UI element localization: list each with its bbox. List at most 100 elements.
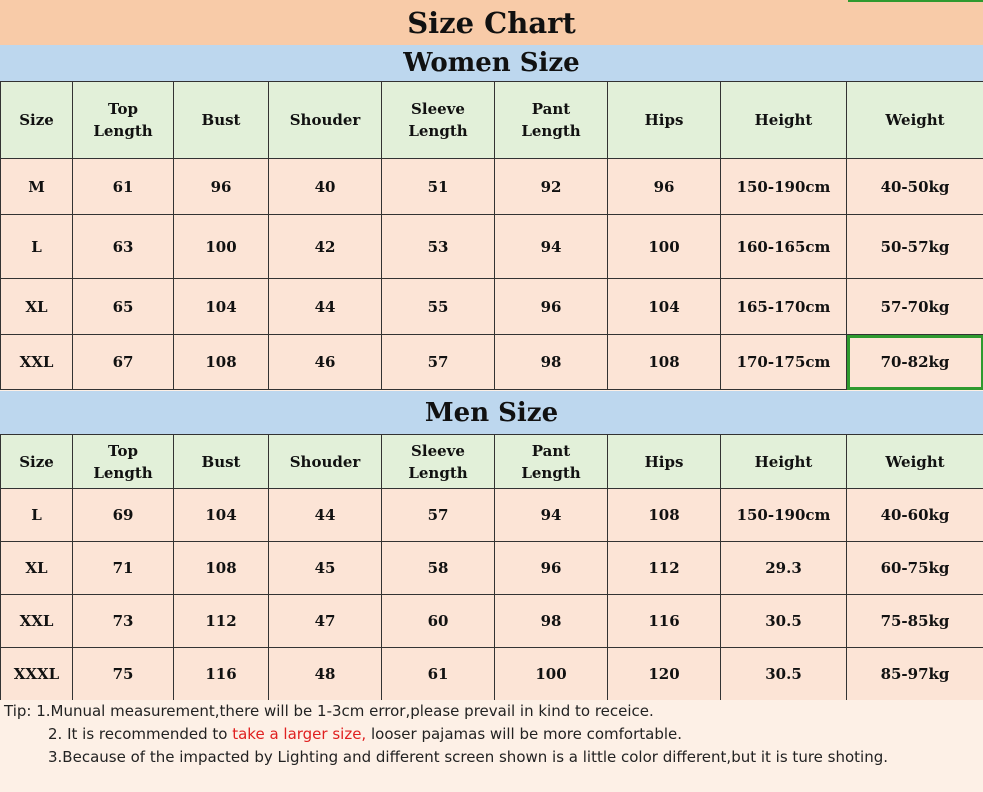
women-cell: M	[0, 158, 73, 215]
men-cell: L	[0, 488, 73, 542]
men-cell: 75-85kg	[846, 594, 983, 648]
women-cell: 67	[72, 334, 174, 390]
women-cell: 61	[72, 158, 174, 215]
men-header-cell: Top Length	[72, 434, 174, 489]
men-header-cell: Bust	[173, 434, 269, 489]
women-cell: 63	[72, 214, 174, 279]
women-cell: 96	[494, 278, 608, 335]
women-header-cell: Size	[0, 81, 73, 159]
women-header-cell: Hips	[607, 81, 721, 159]
men-cell: 61	[381, 647, 495, 701]
men-cell: 69	[72, 488, 174, 542]
men-header-cell: Pant Length	[494, 434, 608, 489]
table-row: L 69 104 44 57 94 108 150-190cm 40-60kg	[0, 488, 983, 542]
men-cell: 98	[494, 594, 608, 648]
men-cell: 30.5	[720, 647, 847, 701]
men-cell: 29.3	[720, 541, 847, 595]
women-cell: 100	[607, 214, 721, 279]
men-cell: 116	[607, 594, 721, 648]
women-cell: 40-50kg	[846, 158, 983, 215]
women-cell: 104	[173, 278, 269, 335]
men-cell: 112	[173, 594, 269, 648]
women-cell: 46	[268, 334, 382, 390]
women-cell: 108	[607, 334, 721, 390]
men-cell: XL	[0, 541, 73, 595]
women-cell: 96	[173, 158, 269, 215]
men-cell: 73	[72, 594, 174, 648]
women-cell: 98	[494, 334, 608, 390]
women-header-cell: Sleeve Length	[381, 81, 495, 159]
women-cell: 108	[173, 334, 269, 390]
women-cell: 150-190cm	[720, 158, 847, 215]
tip-highlight: take a larger size,	[232, 725, 367, 743]
page-title: Size Chart	[407, 5, 576, 40]
table-row: XXL 67 108 46 57 98 108 170-175cm 70-82kg	[0, 334, 983, 390]
tip-line-1: Tip: 1.Munual measurement,there will be …	[4, 702, 654, 720]
women-cell: 50-57kg	[846, 214, 983, 279]
men-header-cell: Weight	[846, 434, 983, 489]
men-cell: 58	[381, 541, 495, 595]
men-cell: 60	[381, 594, 495, 648]
women-cell: 65	[72, 278, 174, 335]
men-cell: XXXL	[0, 647, 73, 701]
men-cell: 94	[494, 488, 608, 542]
men-size-heading: Men Size	[424, 397, 559, 428]
women-size-heading: Women Size	[403, 48, 580, 78]
women-cell: 92	[494, 158, 608, 215]
table-row: M 61 96 40 51 92 96 150-190cm 40-50kg	[0, 158, 983, 215]
women-cell: 160-165cm	[720, 214, 847, 279]
women-cell: 100	[173, 214, 269, 279]
cell-selection-edge	[848, 0, 983, 2]
men-cell: 75	[72, 647, 174, 701]
men-header-cell: Hips	[607, 434, 721, 489]
women-header-row: Size Top Length Bust Shouder Sleeve Length Pa…	[0, 81, 983, 159]
men-cell: 96	[494, 541, 608, 595]
women-header-cell: Shouder	[268, 81, 382, 159]
men-cell: 85-97kg	[846, 647, 983, 701]
women-cell: 40	[268, 158, 382, 215]
men-cell: 30.5	[720, 594, 847, 648]
table-row: XL 65 104 44 55 96 104 165-170cm 57-70kg	[0, 278, 983, 335]
women-size-table: Size Top Length Bust Shouder Sleeve Length Pa…	[0, 81, 983, 390]
women-header-cell: Top Length	[72, 81, 174, 159]
women-cell: 55	[381, 278, 495, 335]
women-cell: 165-170cm	[720, 278, 847, 335]
tip-line-2: 2. It is recommended to take a larger si…	[48, 725, 682, 743]
women-size-heading-bar: Women Size	[0, 45, 983, 82]
table-row: XXXL 75 116 48 61 100 120 30.5 85-97kg	[0, 647, 983, 701]
women-header-cell: Bust	[173, 81, 269, 159]
men-header-row: Size Top Length Bust Shouder Sleeve Length Pa…	[0, 434, 983, 489]
women-header-cell: Height	[720, 81, 847, 159]
men-size-heading-bar: Men Size	[0, 391, 983, 435]
women-cell: 57-70kg	[846, 278, 983, 335]
women-cell: 51	[381, 158, 495, 215]
women-header-cell: Weight	[846, 81, 983, 159]
table-row: XL 71 108 45 58 96 112 29.3 60-75kg	[0, 541, 983, 595]
tip-line-2-end: looser pajamas will be more comfortable.	[366, 725, 683, 743]
men-cell: 120	[607, 647, 721, 701]
women-cell: 70-82kg	[846, 334, 983, 390]
tips-section: Tip: 1.Munual measurement,there will be …	[0, 700, 983, 792]
women-cell: L	[0, 214, 73, 279]
men-size-table: Size Top Length Bust Shouder Sleeve Length Pa…	[0, 434, 983, 701]
men-header-cell: Height	[720, 434, 847, 489]
men-cell: 57	[381, 488, 495, 542]
women-cell: XXL	[0, 334, 73, 390]
men-cell: 45	[268, 541, 382, 595]
men-cell: 48	[268, 647, 382, 701]
men-cell: 71	[72, 541, 174, 595]
men-cell: 47	[268, 594, 382, 648]
men-cell: 108	[607, 488, 721, 542]
men-cell: 108	[173, 541, 269, 595]
women-cell: XL	[0, 278, 73, 335]
men-cell: 44	[268, 488, 382, 542]
women-cell: 42	[268, 214, 382, 279]
men-cell: 104	[173, 488, 269, 542]
table-row: L 63 100 42 53 94 100 160-165cm 50-57kg	[0, 214, 983, 279]
size-chart-title-bar: Size Chart	[0, 0, 983, 46]
women-cell: 44	[268, 278, 382, 335]
men-cell: 60-75kg	[846, 541, 983, 595]
men-header-cell: Sleeve Length	[381, 434, 495, 489]
men-cell: 150-190cm	[720, 488, 847, 542]
men-cell: 112	[607, 541, 721, 595]
